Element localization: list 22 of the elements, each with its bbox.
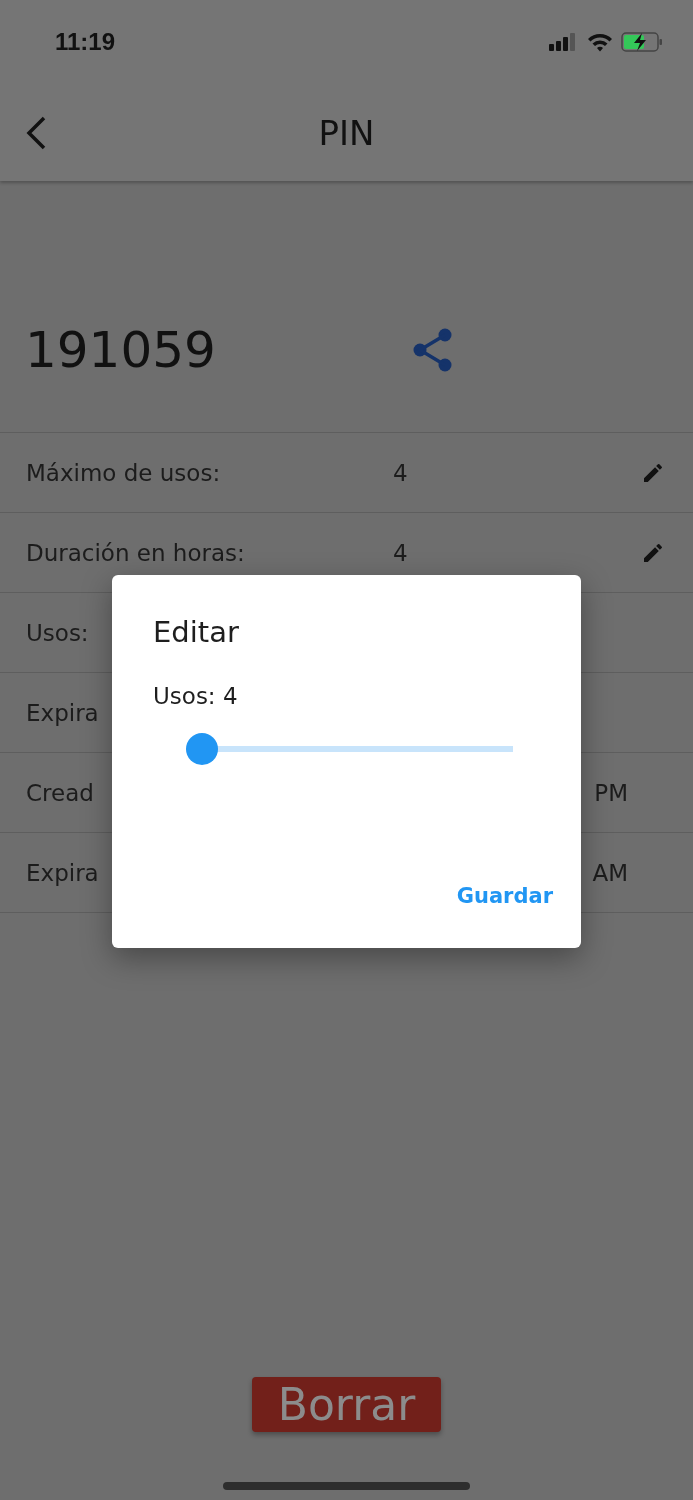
wifi-icon bbox=[587, 32, 613, 52]
save-button[interactable]: Guardar bbox=[456, 880, 553, 912]
row-label: Cread bbox=[26, 779, 94, 806]
page-title: PIN bbox=[318, 112, 375, 153]
row-label: Usos: bbox=[26, 619, 89, 646]
row-value: 4 bbox=[393, 459, 408, 486]
share-icon[interactable] bbox=[413, 327, 453, 372]
slider-label: Usos: 4 bbox=[153, 683, 238, 709]
row-value: AM bbox=[592, 859, 628, 886]
status-time: 11:19 bbox=[55, 28, 116, 56]
row-value: 4 bbox=[393, 539, 408, 566]
row-value: PM bbox=[594, 779, 628, 806]
row-label: Expira bbox=[26, 699, 99, 726]
row-label: Máximo de usos: bbox=[26, 459, 221, 486]
pin-code: 191059 bbox=[25, 320, 217, 379]
back-icon[interactable] bbox=[26, 115, 46, 150]
slider-thumb[interactable] bbox=[186, 733, 218, 765]
dialog-title: Editar bbox=[153, 615, 239, 649]
row-label: Expira bbox=[26, 859, 99, 886]
delete-button[interactable]: Borrar bbox=[251, 1377, 442, 1432]
battery-icon bbox=[621, 32, 663, 52]
row-label: Duración en horas: bbox=[26, 539, 245, 566]
